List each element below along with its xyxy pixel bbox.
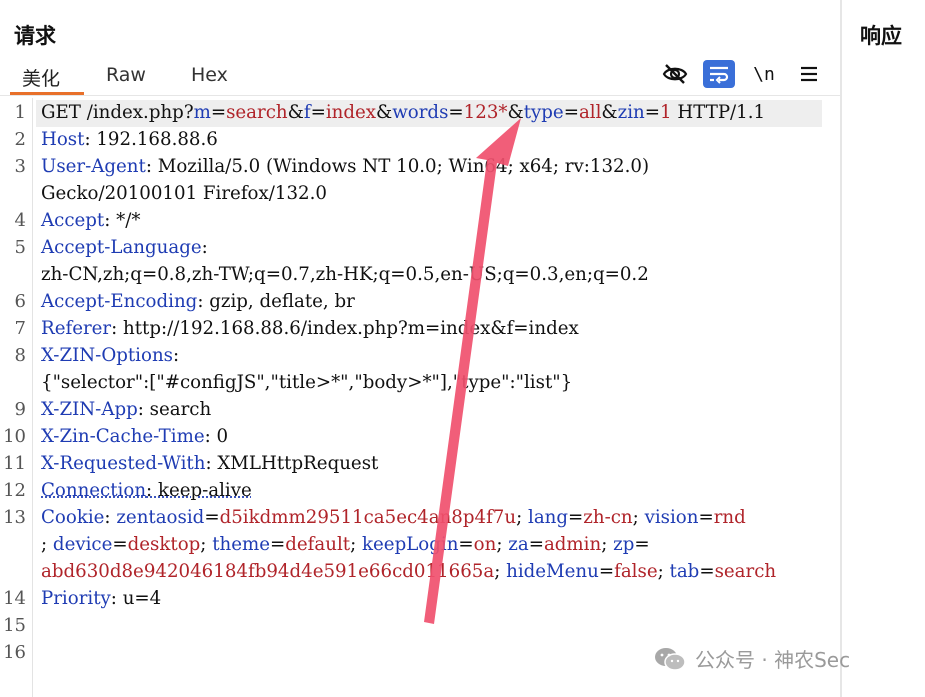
line-number: 3 [14,156,26,177]
code-line: 9 X-ZIN-App: search [0,397,840,424]
line-number: 8 [14,345,26,366]
code-line: 6 Accept-Encoding: gzip, deflate, br [0,289,840,316]
code-line: 3 User-Agent: Mozilla/5.0 (Windows NT 10… [0,154,840,181]
line-number: 1 [14,102,26,123]
hamburger-menu-icon[interactable] [793,60,825,88]
word-wrap-icon[interactable] [703,60,735,88]
wechat-icon [655,647,686,671]
code-line: 10 X-Zin-Cache-Time: 0 [0,424,840,451]
tab-raw[interactable]: Raw [106,64,146,86]
code-text[interactable]: X-Zin-Cache-Time: 0 [41,426,228,447]
code-text[interactable]: X-ZIN-Options: [41,345,179,366]
code-line: 11 X-Requested-With: XMLHttpRequest [0,451,840,478]
line-number: 16 [3,642,26,663]
code-line: 12 Connection: keep-alive [0,478,840,505]
code-line: 1 GET /index.php?m=search&f=index&words=… [0,100,840,127]
newline-toggle[interactable]: \n [748,60,780,88]
code-line: 14 Priority: u=4 [0,586,840,613]
line-number: 11 [3,453,26,474]
request-panel-title: 请求 [14,24,56,48]
code-text[interactable]: zh-CN,zh;q=0.8,zh-TW;q=0.7,zh-HK;q=0.5,e… [41,264,649,285]
code-line-wrapped: zh-CN,zh;q=0.8,zh-TW;q=0.7,zh-HK;q=0.5,e… [0,262,840,289]
request-editor[interactable]: 1 GET /index.php?m=search&f=index&words=… [0,98,840,697]
code-line: 2 Host: 192.168.88.6 [0,127,840,154]
response-panel-title: 响应 [860,24,902,48]
code-line: 4 Accept: */* [0,208,840,235]
code-text[interactable]: Gecko/20100101 Firefox/132.0 [41,183,327,204]
eye-slash-icon[interactable] [659,60,691,88]
tab-pretty[interactable]: 美化 [22,64,60,91]
line-number: 13 [3,507,26,528]
code-text[interactable]: Accept-Encoding: gzip, deflate, br [41,291,355,312]
code-line-wrapped: abd630d8e942046184fb94d4e591e66cd011665a… [0,559,840,586]
code-line: 15 [0,613,840,640]
code-text[interactable]: abd630d8e942046184fb94d4e591e66cd011665a… [41,561,776,582]
code-text[interactable]: Host: 192.168.88.6 [41,129,218,150]
response-panel: 响应 [842,0,925,697]
watermark-text: 公众号 · 神农Sec [695,648,851,672]
code-line: 7 Referer: http://192.168.88.6/index.php… [0,316,840,343]
code-text[interactable]: GET /index.php?m=search&f=index&words=12… [41,102,765,123]
code-line-wrapped: ; device=desktop; theme=default; keepLog… [0,532,840,559]
line-number: 15 [3,615,26,636]
code-text[interactable]: Priority: u=4 [41,588,161,609]
code-line: 5 Accept-Language: [0,235,840,262]
code-text[interactable]: Connection: keep-alive [41,480,252,501]
line-number: 6 [14,291,26,312]
code-text[interactable]: Referer: http://192.168.88.6/index.php?m… [41,318,579,339]
tab-hex[interactable]: Hex [191,64,228,86]
code-line: 13 Cookie: zentaosid=d5ikdmm29511ca5ec4a… [0,505,840,532]
line-number: 4 [14,210,26,231]
code-text[interactable]: Accept: */* [41,210,140,231]
code-line: 8 X-ZIN-Options: [0,343,840,370]
code-text[interactable]: User-Agent: Mozilla/5.0 (Windows NT 10.0… [41,156,649,177]
line-number: 2 [14,129,26,150]
line-number: 5 [14,237,26,258]
code-text[interactable]: ; device=desktop; theme=default; keepLog… [41,534,650,555]
line-number: 14 [3,588,26,609]
code-line-wrapped: {"selector":["#configJS","title>*","body… [0,370,840,397]
code-text[interactable]: {"selector":["#configJS","title>*","body… [41,372,572,393]
code-line-wrapped: Gecko/20100101 Firefox/132.0 [0,181,840,208]
watermark: 公众号 · 神农Sec [653,644,850,673]
request-panel: 请求 美化 Raw Hex \n 1 GET /index.php?m=sear… [0,0,842,697]
line-number: 7 [14,318,26,339]
code-text[interactable]: Cookie: zentaosid=d5ikdmm29511ca5ec4an8p… [41,507,746,528]
tabs-divider [0,95,840,96]
line-number: 10 [3,426,26,447]
line-number: 12 [3,480,26,501]
line-number: 9 [14,399,26,420]
code-text[interactable]: X-Requested-With: XMLHttpRequest [41,453,378,474]
code-text[interactable]: X-ZIN-App: search [41,399,211,420]
code-text[interactable]: Accept-Language: [41,237,208,258]
